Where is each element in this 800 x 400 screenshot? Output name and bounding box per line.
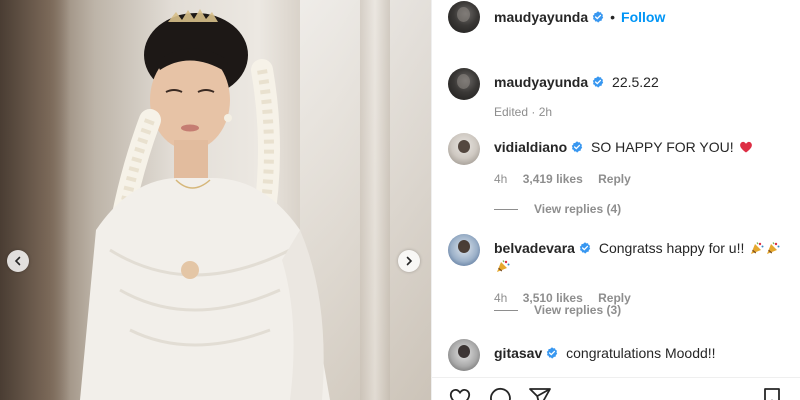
- party-popper-emoji-icon: [751, 242, 764, 254]
- comment-username[interactable]: gitasav: [494, 345, 542, 361]
- view-replies-line: [494, 309, 518, 311]
- view-replies-label: View replies (3): [534, 303, 622, 317]
- verified-badge-icon: [592, 11, 604, 23]
- comment-text: SO HAPPY FOR YOU!: [591, 139, 734, 155]
- caption-author-username[interactable]: maudyayunda: [494, 74, 588, 90]
- author-username[interactable]: maudyayunda: [494, 9, 588, 25]
- party-popper-emoji-icon: [767, 242, 780, 254]
- post-header: maudyayunda • Follow: [432, 0, 800, 34]
- comment-item: gitasav congratulations Moodd!!: [448, 339, 788, 371]
- comment-text: Congratss happy for u!!: [598, 240, 745, 256]
- post-caption: maudyayunda 22.5.22 Edited · 2h: [448, 68, 788, 121]
- follow-button[interactable]: Follow: [621, 9, 665, 25]
- caption-timestamp[interactable]: 2h: [539, 105, 552, 119]
- view-replies-button[interactable]: View replies (3): [494, 303, 621, 317]
- heart-emoji-icon: [739, 141, 752, 153]
- header-separator: •: [610, 9, 616, 25]
- party-popper-emoji-icon: [497, 260, 510, 272]
- comment-time[interactable]: 4h: [494, 172, 507, 186]
- comment-username[interactable]: vidialdiano: [494, 139, 567, 155]
- chevron-right-icon: [406, 256, 413, 266]
- caption-meta-separator: ·: [528, 105, 539, 119]
- comment-reply-button[interactable]: Reply: [598, 172, 631, 186]
- caption-author-avatar[interactable]: [448, 68, 480, 100]
- action-bar-divider: [432, 377, 800, 378]
- bookmark-icon[interactable]: [760, 386, 784, 400]
- verified-badge-icon: [592, 76, 604, 88]
- comment-item: belvadevara Congratss happy for u!! 4h 3…: [448, 234, 788, 307]
- author-avatar[interactable]: [448, 1, 480, 33]
- view-replies-line: [494, 208, 518, 210]
- carousel-prev-button[interactable]: [7, 250, 29, 272]
- verified-badge-icon: [579, 242, 591, 254]
- commenter-avatar[interactable]: [448, 133, 480, 165]
- carousel-next-button[interactable]: [398, 250, 420, 272]
- comment-text: congratulations Moodd!!: [566, 345, 716, 361]
- comment-item: vidialdiano SO HAPPY FOR YOU! 4h 3,419 l…: [448, 133, 788, 188]
- verified-badge-icon: [547, 347, 558, 359]
- chevron-left-icon: [14, 256, 21, 266]
- view-replies-label: View replies (4): [534, 202, 622, 216]
- heart-outline-icon[interactable]: [448, 386, 472, 400]
- post-photo[interactable]: [0, 0, 431, 400]
- commenter-avatar[interactable]: [448, 234, 480, 266]
- verified-badge-icon: [571, 141, 583, 153]
- bride-illustration: [80, 9, 330, 400]
- view-replies-button[interactable]: View replies (4): [494, 202, 621, 216]
- caption-edited-label: Edited: [494, 105, 529, 119]
- post-side-panel: maudyayunda • Follow maudyayunda 22.5.22…: [431, 0, 800, 400]
- comment-username[interactable]: belvadevara: [494, 240, 575, 256]
- commenter-avatar[interactable]: [448, 339, 480, 371]
- comment-likes[interactable]: 3,419 likes: [523, 172, 583, 186]
- caption-text: 22.5.22: [612, 74, 659, 90]
- post-action-bar: [448, 386, 552, 400]
- paper-plane-icon[interactable]: [528, 386, 552, 400]
- comment-icon[interactable]: [488, 386, 512, 400]
